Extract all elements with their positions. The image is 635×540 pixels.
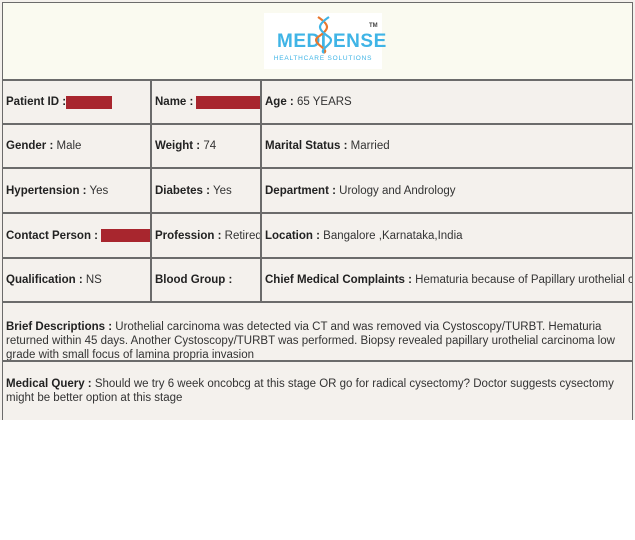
profession-cell: Profession : Retired: [151, 213, 261, 258]
blood-group-cell: Blood Group :: [151, 258, 261, 302]
medical-query-text: Medical Query : Should we try 6 week onc…: [6, 377, 628, 405]
medisense-logo: MEDI ENSE TM HEALTHCARE SOLUTIONS: [264, 13, 386, 69]
hypertension-value: Yes: [86, 184, 109, 197]
blood-group-label: Blood Group :: [155, 274, 233, 286]
profession-value: Retired: [221, 229, 261, 242]
brief-descriptions-cell: Brief Descriptions : Urothelial carcinom…: [2, 302, 633, 361]
chief-complaints-label: Chief Medical Complaints :: [265, 274, 412, 286]
weight-label: Weight :: [155, 140, 201, 152]
name-label: Name :: [155, 96, 194, 108]
patient-record-sheet: MEDI ENSE TM HEALTHCARE SOLUTIONS Patien…: [0, 0, 635, 420]
marital-status-label: Marital Status :: [265, 140, 348, 152]
gender-label: Gender :: [6, 140, 54, 152]
contact-person-label: Contact Person :: [6, 229, 99, 242]
department-label: Department :: [265, 184, 336, 197]
marital-status-value: Married: [347, 140, 390, 152]
logo-text-right: ENSE: [333, 31, 387, 52]
location-label: Location :: [265, 229, 320, 242]
medical-query-label: Medical Query :: [6, 378, 92, 390]
header-logo-area: MEDI ENSE TM HEALTHCARE SOLUTIONS: [2, 2, 633, 80]
department-cell: Department : Urology and Andrology: [261, 168, 633, 213]
location-value: Bangalore ,Karnataka,India: [319, 229, 463, 242]
patient-id-label: Patient ID :: [6, 96, 67, 108]
dna-helix-icon: [315, 16, 332, 54]
chief-complaints-cell: Chief Medical Complaints : Hematuria bec…: [261, 258, 633, 302]
medical-query-value: Should we try 6 week oncobcg at this sta…: [6, 378, 614, 404]
age-value: 65 YEARS: [293, 96, 352, 108]
hypertension-cell: Hypertension : Yes: [2, 168, 151, 213]
age-cell: Age : 65 YEARS: [261, 80, 633, 124]
qualification-label: Qualification :: [6, 274, 83, 286]
gender-cell: Gender : Male: [2, 124, 151, 168]
brief-descriptions-label: Brief Descriptions :: [6, 321, 113, 333]
chief-complaints-value: Hematuria because of Papillary urothelia…: [415, 274, 632, 286]
profession-label: Profession :: [155, 229, 222, 242]
name-redaction: [196, 95, 260, 109]
logo-tagline: HEALTHCARE SOLUTIONS: [273, 55, 373, 62]
brief-descriptions-text: Brief Descriptions : Urothelial carcinom…: [6, 320, 628, 360]
hypertension-label: Hypertension :: [6, 184, 87, 197]
age-label: Age :: [265, 96, 294, 108]
gender-value: Male: [53, 140, 82, 152]
contact-person-redaction: [101, 229, 150, 242]
patient-id-redaction: [66, 95, 113, 109]
diabetes-value: Yes: [209, 184, 232, 197]
marital-status-cell: Marital Status : Married: [261, 124, 633, 168]
trademark-symbol: TM: [369, 23, 378, 29]
patient-id-cell: Patient ID :: [2, 80, 151, 124]
medical-query-cell: Medical Query : Should we try 6 week onc…: [2, 361, 633, 420]
weight-cell: Weight : 74: [151, 124, 261, 168]
department-value: Urology and Andrology: [335, 184, 456, 197]
diabetes-label: Diabetes :: [155, 184, 210, 197]
qualification-cell: Qualification : NS: [2, 258, 151, 302]
location-cell: Location : Bangalore ,Karnataka,India: [261, 213, 633, 258]
weight-value: 74: [200, 140, 217, 152]
contact-person-cell: Contact Person :: [2, 213, 151, 258]
name-cell: Name :: [151, 80, 261, 124]
diabetes-cell: Diabetes : Yes: [151, 168, 261, 213]
qualification-value: NS: [82, 274, 102, 286]
